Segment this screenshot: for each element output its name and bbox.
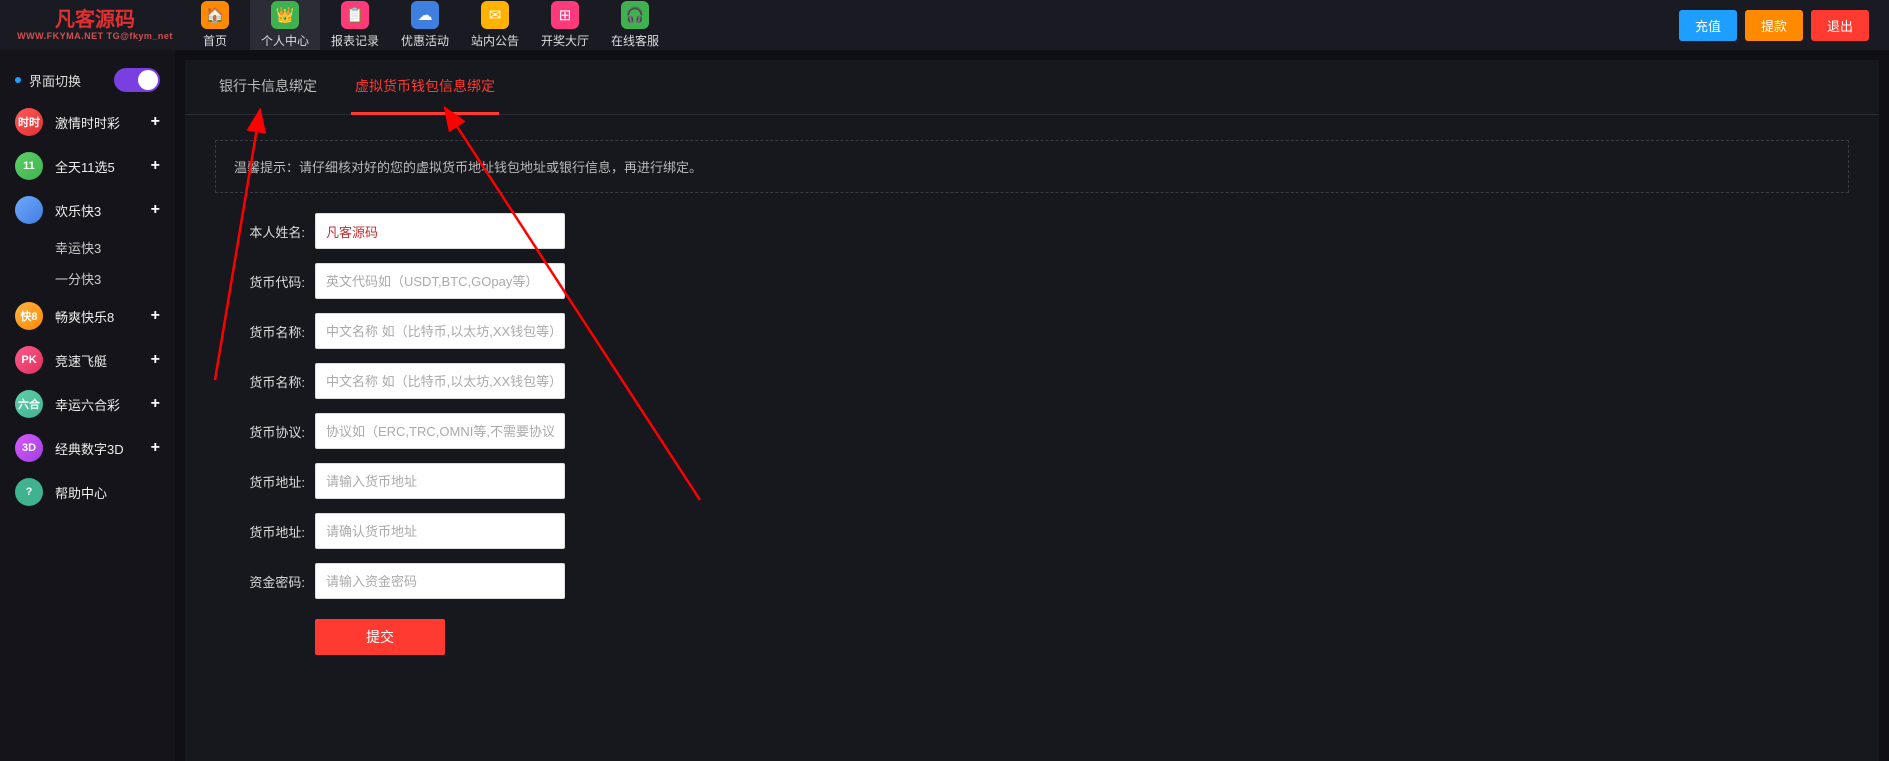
tab-bank[interactable]: 银行卡信息绑定: [215, 60, 321, 115]
input-protocol[interactable]: [315, 413, 565, 449]
recharge-button[interactable]: 充值: [1679, 10, 1737, 41]
sidebar-icon-1: 11: [15, 152, 43, 180]
sidebar-icon-4: PK: [15, 346, 43, 374]
header-right: 充值 提款 退出: [1679, 10, 1879, 41]
nav-icon-5: ⊞: [551, 1, 579, 29]
sidebar-item-4[interactable]: PK 竞速飞艇 +: [0, 338, 175, 382]
nav-item-0[interactable]: 🏠 首页: [180, 0, 250, 50]
label-code: 货币代码:: [235, 272, 305, 291]
ui-toggle-row: 界面切换: [0, 60, 175, 100]
sidebar-item-5[interactable]: 六合幸运六合彩 +: [0, 382, 175, 426]
top-nav: 🏠 首页 👑 个人中心 📋 报表记录 ☁ 优惠活动 ✉ 站内公告 ⊞ 开奖大厅 🎧 在线客服: [180, 0, 670, 50]
nav-label-0: 首页: [203, 32, 227, 49]
sidebar-icon-3: 快8: [15, 302, 43, 330]
input-addr2[interactable]: [315, 513, 565, 549]
sidebar-label-3: 畅爽快乐8: [55, 307, 114, 326]
sidebar-item-2[interactable]: 欢乐快3 +: [0, 188, 175, 232]
logo-title: 凡客源码: [55, 9, 135, 31]
sidebar-item-0[interactable]: 时时激情时时彩 +: [0, 100, 175, 144]
tab-crypto[interactable]: 虚拟货币钱包信息绑定: [351, 60, 499, 115]
label-name: 本人姓名:: [235, 222, 305, 241]
expand-icon[interactable]: +: [151, 395, 160, 413]
label-protocol: 货币协议:: [235, 422, 305, 441]
nav-icon-2: 📋: [341, 1, 369, 29]
tabs: 银行卡信息绑定 虚拟货币钱包信息绑定: [185, 60, 1879, 115]
ui-toggle-label: 界面切换: [29, 71, 81, 90]
logout-button[interactable]: 退出: [1811, 10, 1869, 41]
header: 凡客源码 WWW.FKYMA.NET TG@fkym_net 🏠 首页 👑 个人中心 📋…: [0, 0, 1889, 50]
sidebar-label-4: 竞速飞艇: [55, 351, 107, 370]
sidebar-icon-7: ?: [15, 478, 43, 506]
nav-item-6[interactable]: 🎧 在线客服: [600, 0, 670, 50]
sidebar-label-5: 幸运六合彩: [55, 395, 120, 414]
sidebar-sub-2-0[interactable]: 幸运快3: [0, 232, 175, 263]
sidebar-item-7[interactable]: ? 帮助中心: [0, 470, 175, 514]
sidebar-icon-6: 3D: [15, 434, 43, 462]
expand-icon[interactable]: +: [151, 113, 160, 131]
input-addr1[interactable]: [315, 463, 565, 499]
nav-label-5: 开奖大厅: [541, 32, 589, 49]
nav-label-6: 在线客服: [611, 32, 659, 49]
sidebar: 界面切换 时时激情时时彩 +11 全天11选5 + 欢乐快3 + 幸运快3一分快3 快8 畅爽快…: [0, 50, 175, 761]
sidebar-label-2: 欢乐快3: [55, 201, 101, 220]
input-code[interactable]: [315, 263, 565, 299]
sidebar-icon-2: [15, 196, 43, 224]
nav-item-1[interactable]: 👑 个人中心: [250, 0, 320, 50]
logo-subtitle: WWW.FKYMA.NET TG@fkym_net: [10, 32, 180, 41]
expand-icon[interactable]: +: [151, 307, 160, 325]
main-panel: 银行卡信息绑定 虚拟货币钱包信息绑定 温馨提示：请仔细核对好的您的虚拟货币地址钱…: [185, 60, 1879, 761]
sidebar-label-6: 经典数字3D: [55, 439, 124, 458]
nav-icon-0: 🏠: [201, 1, 229, 29]
submit-button[interactable]: 提交: [315, 619, 445, 655]
nav-icon-3: ☁: [411, 1, 439, 29]
sidebar-item-6[interactable]: 3D 经典数字3D +: [0, 426, 175, 470]
label-addr1: 货币地址:: [235, 472, 305, 491]
nav-icon-4: ✉: [481, 1, 509, 29]
label-cname1: 货币名称:: [235, 322, 305, 341]
sidebar-item-3[interactable]: 快8 畅爽快乐8 +: [0, 294, 175, 338]
input-cname2[interactable]: [315, 363, 565, 399]
input-pwd[interactable]: [315, 563, 565, 599]
expand-icon[interactable]: +: [151, 157, 160, 175]
nav-item-3[interactable]: ☁ 优惠活动: [390, 0, 460, 50]
form: 本人姓名: 货币代码: 货币名称: 货币名称: 货币协议: 货币地址: 货币地址…: [185, 213, 1879, 655]
expand-icon[interactable]: +: [151, 439, 160, 457]
expand-icon[interactable]: +: [151, 351, 160, 369]
label-addr2: 货币地址:: [235, 522, 305, 541]
sidebar-label-0: 激情时时彩: [55, 113, 120, 132]
nav-label-1: 个人中心: [261, 32, 309, 49]
sidebar-item-1[interactable]: 11 全天11选5 +: [0, 144, 175, 188]
sidebar-label-1: 全天11选5: [55, 157, 115, 176]
nav-item-5[interactable]: ⊞ 开奖大厅: [530, 0, 600, 50]
input-name[interactable]: [315, 213, 565, 249]
nav-item-2[interactable]: 📋 报表记录: [320, 0, 390, 50]
nav-icon-6: 🎧: [621, 1, 649, 29]
sidebar-label-7: 帮助中心: [55, 483, 107, 502]
logo[interactable]: 凡客源码 WWW.FKYMA.NET TG@fkym_net: [10, 10, 180, 41]
nav-item-4[interactable]: ✉ 站内公告: [460, 0, 530, 50]
tip-box: 温馨提示：请仔细核对好的您的虚拟货币地址钱包地址或银行信息，再进行绑定。: [215, 140, 1849, 193]
nav-label-3: 优惠活动: [401, 32, 449, 49]
sidebar-sub-2-1[interactable]: 一分快3: [0, 263, 175, 294]
label-pwd: 资金密码:: [235, 572, 305, 591]
nav-label-2: 报表记录: [331, 32, 379, 49]
nav-icon-1: 👑: [271, 1, 299, 29]
nav-label-4: 站内公告: [471, 32, 519, 49]
input-cname1[interactable]: [315, 313, 565, 349]
ui-switch[interactable]: [114, 68, 160, 92]
expand-icon[interactable]: +: [151, 201, 160, 219]
withdraw-button[interactable]: 提款: [1745, 10, 1803, 41]
sidebar-icon-0: 时时: [15, 108, 43, 136]
label-cname2: 货币名称:: [235, 372, 305, 391]
dot-icon: [15, 77, 21, 83]
sidebar-icon-5: 六合: [15, 390, 43, 418]
